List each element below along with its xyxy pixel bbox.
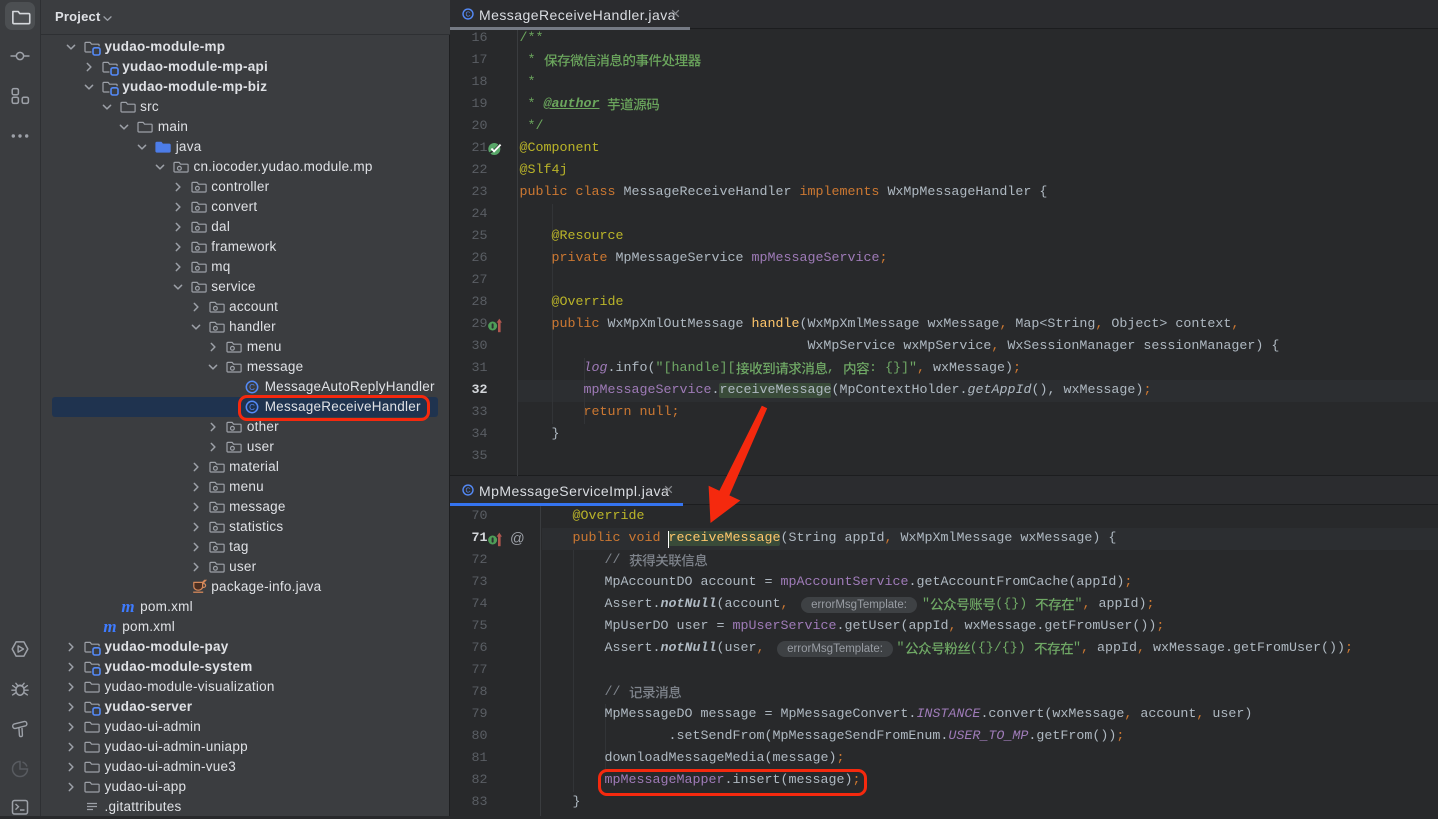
svg-text:C: C	[249, 383, 255, 392]
svg-text:m: m	[103, 617, 116, 636]
svg-text:m: m	[121, 597, 134, 616]
svg-text:C: C	[465, 487, 470, 494]
svg-text:C: C	[465, 11, 470, 18]
